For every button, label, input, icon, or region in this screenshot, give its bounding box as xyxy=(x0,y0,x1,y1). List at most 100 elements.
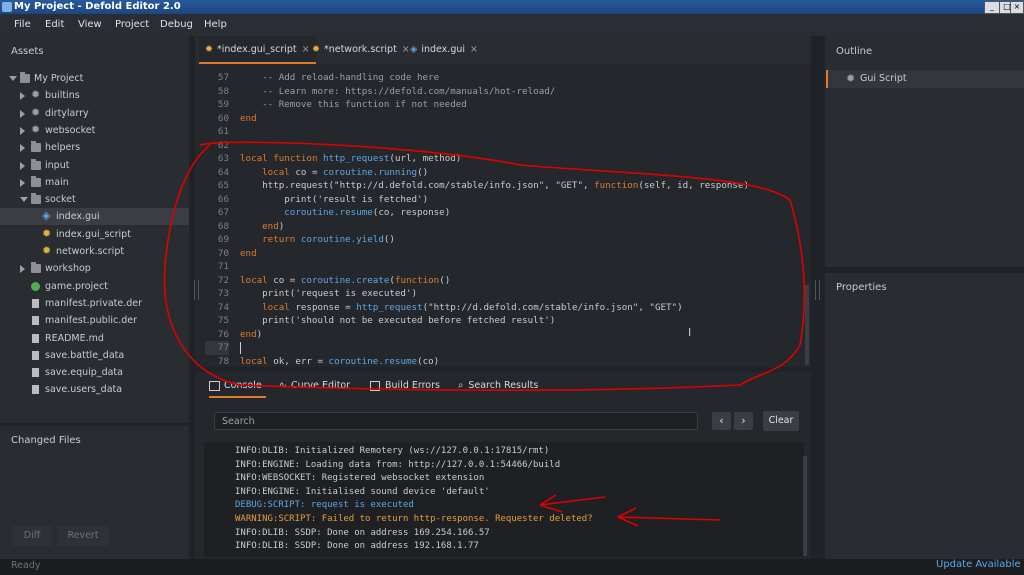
close-tab-icon[interactable]: × xyxy=(470,44,478,55)
gear-icon: ✹ xyxy=(31,88,41,102)
console-line: INFO:WEBSOCKET: Registered websocket ext… xyxy=(235,473,485,484)
code-text: coroutine.resume(co, response) xyxy=(284,207,451,218)
console-search-input[interactable]: Search xyxy=(214,412,698,430)
menu-view[interactable]: View xyxy=(78,14,102,36)
tab-index-gui-script[interactable]: ✹ *index.gui_script × xyxy=(199,36,316,64)
tree-item[interactable]: save.battle_data xyxy=(0,347,189,364)
code-line[interactable]: 60 end xyxy=(195,112,805,126)
line-number: 57 xyxy=(217,72,229,83)
chevron-right-icon[interactable] xyxy=(20,265,25,274)
menu-edit[interactable]: Edit xyxy=(45,14,64,36)
chevron-down-icon[interactable] xyxy=(20,197,28,203)
text-cursor-icon: I xyxy=(688,326,692,339)
tab-index-gui[interactable]: ◈ index.gui × xyxy=(404,36,484,64)
chevron-right-icon[interactable] xyxy=(20,126,25,135)
splitter-handle[interactable] xyxy=(194,280,199,300)
chevron-right-icon[interactable] xyxy=(20,144,25,153)
menu-help[interactable]: Help xyxy=(204,14,227,36)
code-line[interactable]: 59 -- Remove this function if not needed xyxy=(195,98,805,112)
update-available-link[interactable]: Update Available xyxy=(936,559,1021,570)
tree-item[interactable]: ✹ network.script xyxy=(0,243,189,260)
code-text: -- Learn more: https://defold.com/manual… xyxy=(240,85,556,97)
tree-item[interactable]: ◈ index.gui xyxy=(0,208,189,226)
code-line[interactable]: 76 end) xyxy=(195,328,805,342)
tree-item[interactable]: ✹ builtins xyxy=(0,87,189,104)
tree-item-label: My Project xyxy=(34,73,84,84)
line-number: 69 xyxy=(217,234,229,245)
clear-console-button[interactable]: Clear xyxy=(763,411,799,431)
menu-project[interactable]: Project xyxy=(115,14,149,36)
chevron-right-icon[interactable] xyxy=(20,92,25,101)
line-number: 64 xyxy=(217,166,229,178)
code-line[interactable]: 70 end xyxy=(195,247,805,261)
tree-item[interactable]: helpers xyxy=(0,139,189,156)
menu-file[interactable]: File xyxy=(14,14,31,36)
tree-item[interactable]: game.project xyxy=(0,278,189,295)
tree-item[interactable]: main xyxy=(0,174,189,191)
code-line[interactable]: 66 print('result is fetched') xyxy=(195,193,805,207)
code-line[interactable]: 65 http.request("http://d.defold.com/sta… xyxy=(195,179,805,193)
outline-item-gui-script[interactable]: ✹ Gui Script xyxy=(826,70,1024,88)
code-line[interactable]: 73 print('request is executed') xyxy=(195,287,805,301)
menu-debug[interactable]: Debug xyxy=(160,14,193,36)
chevron-down-icon[interactable] xyxy=(9,76,17,81)
file-icon xyxy=(32,385,39,395)
code-line[interactable]: 72 local co = coroutine.create(function() xyxy=(195,274,805,288)
chevron-right-icon[interactable] xyxy=(20,178,25,187)
code-line[interactable]: 58 -- Learn more: https://defold.com/man… xyxy=(195,85,805,99)
search-next-button[interactable]: › xyxy=(734,412,753,430)
code-line[interactable]: 57 -- Add reload-handling code here xyxy=(195,71,805,85)
splitter-handle[interactable] xyxy=(815,280,820,300)
console-scrollbar[interactable] xyxy=(803,456,807,556)
revert-button[interactable]: Revert xyxy=(57,526,109,546)
gui-icon: ◈ xyxy=(410,44,418,55)
tree-item[interactable]: My Project xyxy=(0,70,189,87)
code-line[interactable]: 64 local co = coroutine.running() xyxy=(195,166,805,180)
tree-item[interactable]: ✹ index.gui_script xyxy=(0,226,189,243)
code-line[interactable]: 63 local function http_request(url, metho… xyxy=(195,152,805,166)
line-number: 61 xyxy=(217,126,229,137)
tree-item[interactable]: workshop xyxy=(0,260,189,277)
code-line[interactable]: 74 local response = http_request("http:/… xyxy=(195,301,805,315)
tab-build-errors[interactable]: Build Errors xyxy=(370,376,440,396)
tree-item[interactable]: manifest.public.der xyxy=(0,312,189,329)
tree-item[interactable]: manifest.private.der xyxy=(0,295,189,312)
search-prev-button[interactable]: ‹ xyxy=(712,412,731,430)
tree-item-label: index.gui xyxy=(56,211,100,223)
tab-network-script[interactable]: ✹ *network.script × xyxy=(306,36,416,64)
tab-curve-editor[interactable]: ∿ Curve Editor xyxy=(279,376,350,396)
code-line[interactable]: 77 xyxy=(195,341,805,355)
code-text: end xyxy=(240,112,257,124)
tree-item[interactable]: input xyxy=(0,157,189,174)
tree-item[interactable]: socket xyxy=(0,191,189,208)
code-line[interactable]: 78 local ok, err = coroutine.resume(co) xyxy=(195,355,805,369)
code-line[interactable]: 68 end) xyxy=(195,220,805,234)
code-line[interactable]: 69 return coroutine.yield() xyxy=(195,233,805,247)
code-line[interactable]: 71 xyxy=(195,260,805,274)
tree-item-label: socket xyxy=(45,194,76,206)
close-window-button[interactable]: × xyxy=(1010,1,1024,14)
console-line: INFO:ENGINE: Loading data from: http://1… xyxy=(235,459,561,470)
code-line[interactable]: 61 xyxy=(195,125,805,139)
minimize-button[interactable]: _ xyxy=(984,1,1000,14)
code-line[interactable]: 75 print('should not be executed before … xyxy=(195,314,805,328)
tree-item[interactable]: ✹ dirtylarry xyxy=(0,105,189,122)
chevron-right-icon[interactable] xyxy=(20,161,25,170)
console-line: INFO:DLIB: Initialized Remotery (ws://12… xyxy=(235,446,550,456)
search-icon: ⌕ xyxy=(458,380,464,391)
tree-item[interactable]: README.md xyxy=(0,330,189,347)
properties-panel: Properties xyxy=(825,273,1024,559)
tree-item[interactable]: save.equip_data xyxy=(0,364,189,381)
chevron-right-icon[interactable] xyxy=(20,109,25,118)
tab-console[interactable]: Console xyxy=(209,376,266,398)
script-icon: ✹ xyxy=(42,226,52,240)
code-line[interactable]: 62 xyxy=(195,139,805,153)
folder-icon xyxy=(31,193,41,205)
tab-search-results[interactable]: ⌕ Search Results xyxy=(458,376,538,396)
tree-item[interactable]: ✹ websocket xyxy=(0,122,189,139)
code-line[interactable]: 67 coroutine.resume(co, response) xyxy=(195,206,805,220)
diff-button[interactable]: Diff xyxy=(12,526,52,546)
code-text: local function http_request(url, method) xyxy=(240,153,462,164)
editor-scrollbar[interactable] xyxy=(805,285,809,365)
tree-item[interactable]: save.users_data xyxy=(0,381,189,398)
